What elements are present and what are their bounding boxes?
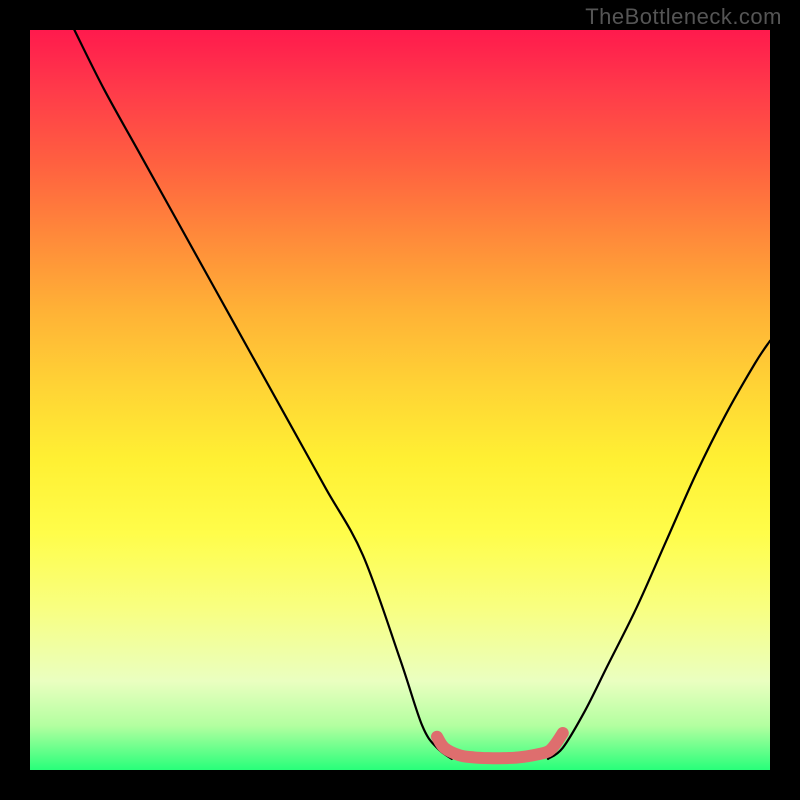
curve-layer xyxy=(30,30,770,770)
right-curve xyxy=(548,341,770,759)
flat-zone-marker xyxy=(437,733,563,758)
chart-container: TheBottleneck.com xyxy=(0,0,800,800)
plot-area xyxy=(30,30,770,770)
watermark-text: TheBottleneck.com xyxy=(585,4,782,30)
left-curve xyxy=(74,30,451,759)
